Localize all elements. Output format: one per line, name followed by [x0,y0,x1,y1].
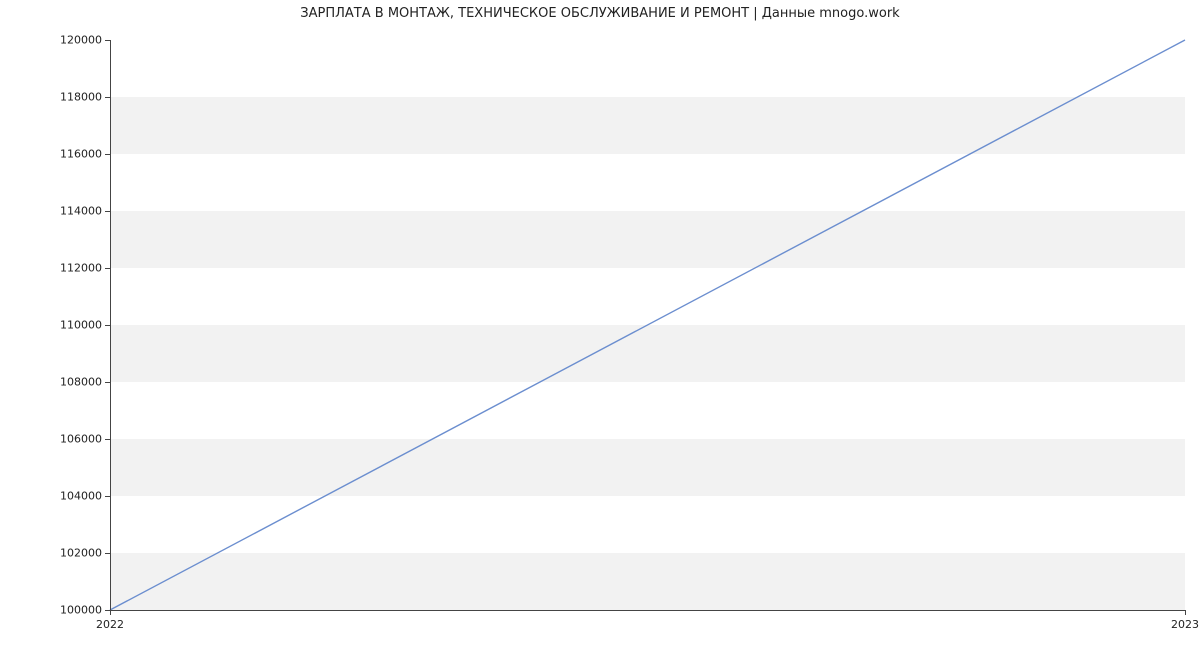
y-tick-label: 104000 [2,490,102,503]
y-tick-mark [105,40,110,41]
y-tick-mark [105,382,110,383]
y-tick-mark [105,496,110,497]
y-axis-line [110,40,111,610]
y-tick-mark [105,268,110,269]
line-series [110,40,1185,610]
chart-title: ЗАРПЛАТА В МОНТАЖ, ТЕХНИЧЕСКОЕ ОБСЛУЖИВА… [0,6,1200,21]
y-tick-label: 100000 [2,604,102,617]
x-axis-line [110,610,1185,611]
y-tick-label: 110000 [2,319,102,332]
y-tick-mark [105,325,110,326]
x-tick-mark [1185,610,1186,615]
plot-area: 1000001020001040001060001080001100001120… [110,40,1185,610]
y-tick-mark [105,97,110,98]
y-tick-label: 102000 [2,547,102,560]
x-tick-label: 2023 [1171,618,1199,631]
y-tick-label: 108000 [2,376,102,389]
y-tick-label: 118000 [2,91,102,104]
y-tick-label: 106000 [2,433,102,446]
y-tick-mark [105,154,110,155]
y-tick-mark [105,211,110,212]
series-line [110,40,1185,610]
y-tick-label: 116000 [2,148,102,161]
x-tick-mark [110,610,111,615]
y-tick-label: 120000 [2,34,102,47]
y-tick-mark [105,553,110,554]
y-tick-mark [105,439,110,440]
y-tick-label: 114000 [2,205,102,218]
y-tick-label: 112000 [2,262,102,275]
x-tick-label: 2022 [96,618,124,631]
